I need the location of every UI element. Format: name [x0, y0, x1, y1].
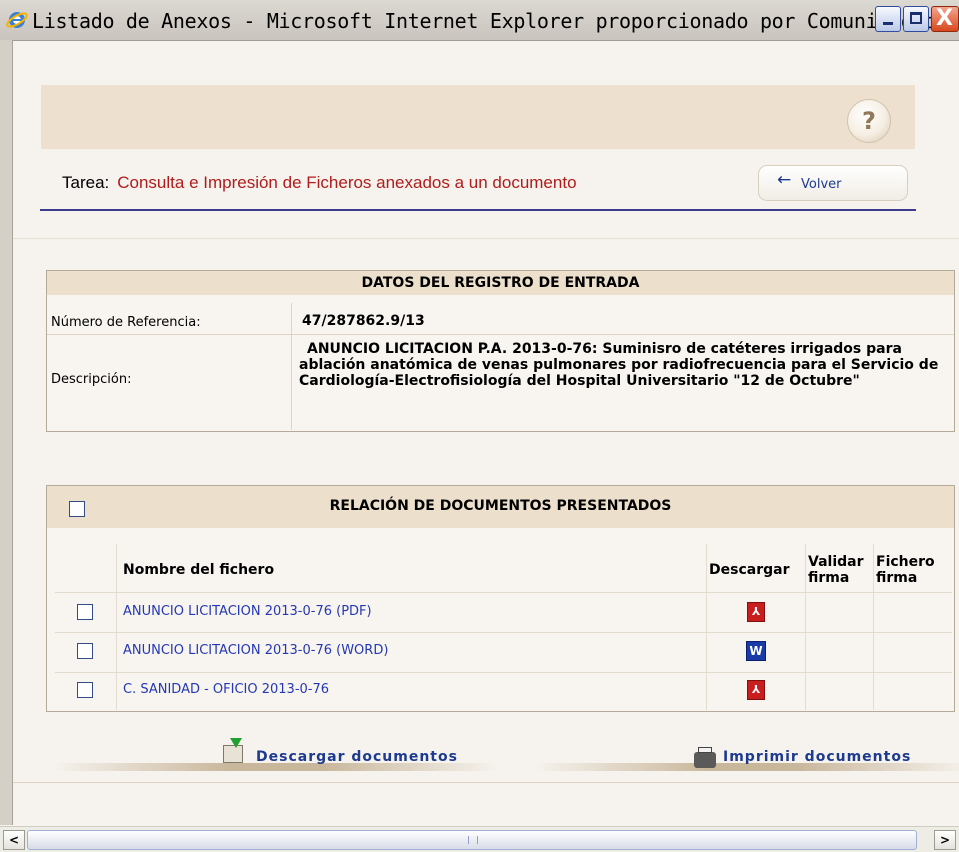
page-content: ? Tarea: Consulta e Impresión de Ficheros… [13, 41, 959, 826]
horizontal-scrollbar[interactable]: < > [0, 826, 959, 852]
header-validar-firma: Validar firma [808, 554, 864, 586]
task-row: Tarea: Consulta e Impresión de Ficheros a… [62, 173, 577, 193]
scroll-left-button[interactable]: < [3, 830, 25, 850]
back-arrow-icon: ← [777, 170, 792, 190]
title-bar[interactable]: Listado de Anexos - Microsoft Internet E… [0, 0, 959, 41]
word-download-icon[interactable]: W [746, 641, 766, 661]
descripcion-value: ANUNCIO LICITACION P.A. 2013-0-76: Sumin… [299, 341, 939, 389]
task-divider [40, 209, 916, 211]
documentos-title: RELACIÓN DE DOCUMENTOS PRESENTADOS [329, 498, 672, 514]
header-nombre: Nombre del fichero [123, 562, 275, 578]
table-row-divider [55, 672, 952, 673]
file-link[interactable]: ANUNCIO LICITACION 2013-0-76 (PDF) [123, 604, 372, 619]
file-link[interactable]: C. SANIDAD - OFICIO 2013-0-76 [123, 682, 329, 697]
file-link[interactable]: ANUNCIO LICITACION 2013-0-76 (WORD) [123, 643, 388, 658]
table-col-divider [805, 544, 806, 710]
imprimir-documentos-link[interactable]: Imprimir documentos [723, 749, 911, 765]
window-title: Listado de Anexos - Microsoft Internet E… [32, 9, 959, 33]
registro-panel: DATOS DEL REGISTRO DE ENTRADA Número de … [46, 270, 955, 432]
referencia-label: Número de Referencia: [51, 315, 201, 330]
internet-explorer-icon [6, 12, 28, 28]
row-checkbox[interactable] [77, 604, 93, 620]
header-band [41, 85, 915, 149]
minimize-button[interactable] [875, 6, 901, 32]
header-descargar: Descargar [709, 562, 790, 578]
task-label: Tarea: [62, 173, 110, 192]
close-icon: X [936, 6, 953, 31]
scroll-grip-icon [468, 836, 478, 844]
maximize-icon [910, 12, 922, 24]
table-col-divider [873, 544, 874, 710]
minimize-icon [883, 22, 893, 25]
table-row-divider [55, 592, 952, 593]
table-row-divider [55, 632, 952, 633]
referencia-value: 47/287862.9/13 [302, 313, 425, 329]
task-value: Consulta e Impresión de Ficheros anexado… [117, 173, 577, 192]
documentos-table: Nombre del fichero Descargar Validar fir… [55, 544, 952, 710]
descripcion-label: Descripción: [51, 372, 132, 387]
documentos-header: RELACIÓN DE DOCUMENTOS PRESENTADOS [47, 486, 954, 528]
help-icon[interactable]: ? [847, 99, 891, 143]
bottom-divider [13, 782, 959, 783]
table-col-divider [706, 544, 707, 710]
row-checkbox[interactable] [77, 682, 93, 698]
row-checkbox[interactable] [77, 643, 93, 659]
documentos-panel: RELACIÓN DE DOCUMENTOS PRESENTADOS Nombr… [46, 485, 955, 712]
printer-icon[interactable] [694, 747, 716, 768]
ie-window: Listado de Anexos - Microsoft Internet E… [0, 0, 959, 852]
window-frame-left [0, 40, 13, 825]
volver-label: Volver [801, 177, 842, 192]
maximize-button[interactable] [903, 6, 929, 32]
volver-button[interactable]: ← Volver [758, 165, 908, 201]
close-button[interactable]: X [931, 6, 959, 32]
descargar-documentos-link[interactable]: Descargar documentos [256, 749, 458, 765]
download-icon[interactable] [223, 738, 243, 763]
registro-title: DATOS DEL REGISTRO DE ENTRADA [47, 271, 954, 295]
table-col-divider [116, 544, 117, 710]
section-divider [13, 238, 959, 239]
registro-column-divider [291, 303, 292, 430]
pdf-download-icon[interactable]: ⅄ [747, 602, 765, 622]
header-fichero-firma: Fichero firma [876, 554, 935, 586]
scroll-thumb[interactable] [27, 830, 917, 850]
scroll-right-button[interactable]: > [934, 830, 956, 850]
registro-row-divider [47, 334, 954, 335]
pdf-download-icon[interactable]: ⅄ [747, 680, 765, 700]
